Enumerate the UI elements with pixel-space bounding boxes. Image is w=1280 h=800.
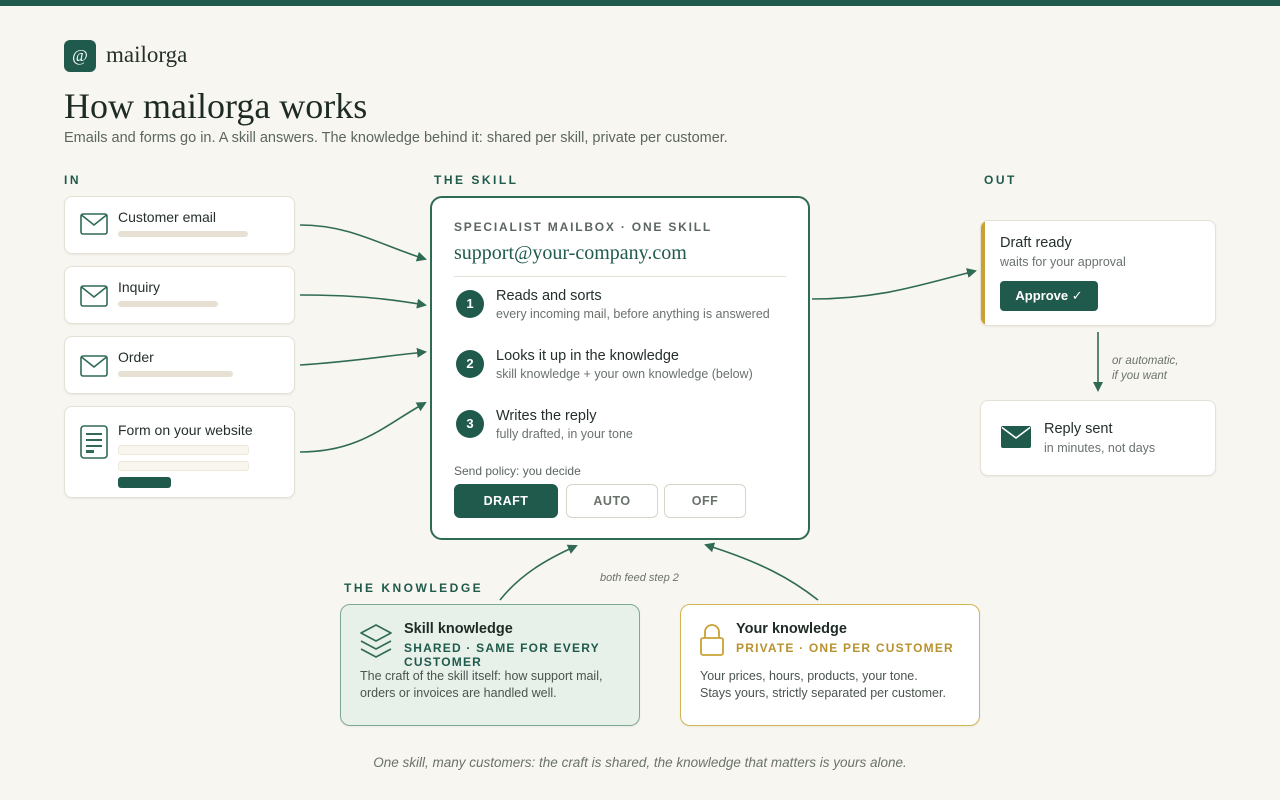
form-field-placeholder — [118, 445, 249, 455]
input-card-customer-email: Customer email — [64, 196, 295, 254]
skill-knowledge-title: Skill knowledge — [404, 621, 513, 637]
input-card-order: Order — [64, 336, 295, 394]
policy-auto-button[interactable]: AUTO — [566, 484, 658, 518]
input-card-label: Form on your website — [118, 422, 253, 438]
form-icon — [80, 425, 108, 459]
input-card-website-form: Form on your website — [64, 406, 295, 498]
envelope-icon — [80, 213, 108, 235]
policy-off-button[interactable]: OFF — [664, 484, 746, 518]
knowledge-card-skill: Skill knowledge SHARED · SAME FOR EVERY … — [340, 604, 640, 726]
feed-note: both feed step 2 — [600, 572, 679, 584]
output-card-draft: Draft ready waits for your approval Appr… — [980, 220, 1216, 326]
auto-note-line2: if you want — [1112, 370, 1167, 382]
step-number: 1 — [456, 290, 484, 318]
divider — [454, 276, 786, 277]
layers-icon — [360, 624, 392, 658]
reply-sent-subtitle: in minutes, not days — [1044, 441, 1156, 455]
step-subtitle: every incoming mail, before anything is … — [496, 307, 770, 321]
placeholder-line — [118, 371, 233, 377]
step-title: Writes the reply — [496, 408, 597, 424]
step-subtitle: skill knowledge + your own knowledge (be… — [496, 367, 753, 381]
skill-knowledge-desc-line1: The craft of the skill itself: how suppo… — [360, 669, 603, 683]
input-card-label: Inquiry — [118, 279, 161, 295]
envelope-filled-icon — [1001, 426, 1031, 448]
lock-icon — [700, 624, 724, 656]
reply-sent-title: Reply sent — [1044, 421, 1113, 437]
send-policy-label: Send policy: you decide — [454, 464, 581, 478]
form-field-placeholder — [118, 461, 249, 471]
step-number: 3 — [456, 410, 484, 438]
arrow-shared-to-skill — [499, 544, 578, 601]
skill-card: SPECIALIST MAILBOX · ONE SKILL support@y… — [430, 196, 810, 540]
form-submit-placeholder — [118, 477, 171, 488]
draft-accent-bar — [981, 221, 985, 325]
arrow-form-to-skill — [299, 402, 427, 453]
envelope-icon — [80, 355, 108, 377]
input-card-label: Order — [118, 349, 154, 365]
your-knowledge-tag: PRIVATE · ONE PER CUSTOMER — [736, 641, 954, 655]
your-knowledge-title: Your knowledge — [736, 621, 847, 637]
knowledge-card-yours: Your knowledge PRIVATE · ONE PER CUSTOME… — [680, 604, 980, 726]
skill-mailbox-address: support@your-company.com — [454, 242, 687, 264]
placeholder-line — [118, 231, 248, 237]
policy-draft-button[interactable]: DRAFT — [454, 484, 558, 518]
output-card-reply-sent: Reply sent in minutes, not days — [980, 400, 1216, 476]
approve-button[interactable]: Approve ✓ — [1000, 281, 1098, 311]
your-knowledge-desc-line1: Your prices, hours, products, your tone. — [700, 669, 918, 683]
your-knowledge-desc-line2: Stays yours, strictly separated per cust… — [700, 686, 946, 700]
envelope-icon — [80, 285, 108, 307]
skill-knowledge-tag: SHARED · SAME FOR EVERY CUSTOMER — [404, 641, 600, 669]
skill-card-header: SPECIALIST MAILBOX · ONE SKILL — [454, 220, 713, 234]
footer-tagline: One skill, many customers: the craft is … — [373, 755, 907, 770]
placeholder-line — [118, 301, 218, 307]
step-title: Looks it up in the knowledge — [496, 348, 679, 364]
step-subtitle: fully drafted, in your tone — [496, 427, 633, 441]
draft-title: Draft ready — [1000, 235, 1072, 251]
arrow-email-to-skill — [299, 224, 427, 262]
draft-subtitle: waits for your approval — [1000, 255, 1126, 269]
input-card-label: Customer email — [118, 209, 217, 225]
step-number: 2 — [456, 350, 484, 378]
skill-knowledge-desc-line2: orders or invoices are handled well. — [360, 686, 557, 700]
arrow-yours-to-skill — [704, 542, 819, 601]
input-card-inquiry: Inquiry — [64, 266, 295, 324]
auto-note-line1: or automatic, — [1112, 355, 1179, 367]
arrow-skill-to-draft — [811, 268, 977, 300]
step-title: Reads and sorts — [496, 288, 602, 304]
arrow-inquiry-to-skill — [299, 294, 427, 309]
arrow-order-to-skill — [299, 347, 427, 366]
